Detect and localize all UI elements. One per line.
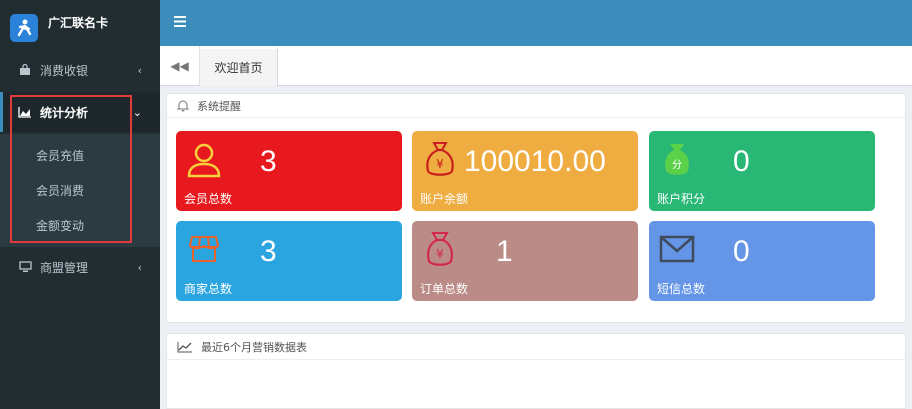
- svg-text:¥: ¥: [436, 157, 444, 171]
- chart-area-icon: [18, 105, 32, 119]
- stat-label: 账户积分: [657, 192, 706, 206]
- stat-card-merchants[interactable]: 3 商家总数: [176, 221, 402, 301]
- tab-scroll-left-button[interactable]: ◀◀: [160, 46, 200, 86]
- system-reminder-panel: 系统提醒 3 会员总数 ¥ 100010.00 账户余额 分 0 账户积分 3 …: [166, 93, 906, 323]
- submenu-item-consumption[interactable]: 会员消费: [0, 173, 160, 208]
- shop-icon: [184, 229, 224, 269]
- sidebar: 广汇联名卡 消费收银 ‹ 统计分析 ⌄ 会员充值 会员消费 金额变动 商盟管理 …: [0, 0, 160, 409]
- sidebar-item-label: 消费收银: [40, 63, 89, 78]
- user-icon: [184, 139, 224, 179]
- tab-home[interactable]: 欢迎首页: [200, 46, 278, 86]
- submenu-item-balance-change[interactable]: 金额变动: [0, 208, 160, 243]
- stat-label: 短信总数: [657, 282, 706, 296]
- stat-value: 3: [260, 235, 277, 268]
- svg-text:分: 分: [672, 159, 682, 171]
- svg-text:¥: ¥: [436, 247, 444, 261]
- stat-value: 100010.00: [464, 145, 606, 178]
- sidebar-item-label: 统计分析: [40, 105, 89, 120]
- points-bag-icon: 分: [657, 139, 697, 179]
- stat-value: 1: [496, 235, 513, 268]
- top-navbar: [160, 0, 912, 46]
- stat-label: 会员总数: [184, 192, 233, 206]
- statistics-submenu: 会员充值 会员消费 金额变动: [0, 134, 160, 247]
- brand: 广汇联名卡: [0, 0, 160, 46]
- panel-title: 系统提醒: [197, 99, 241, 113]
- hamburger-icon[interactable]: [174, 15, 186, 31]
- chevron-left-icon: ‹: [137, 260, 142, 274]
- stat-value: 3: [260, 145, 277, 178]
- stat-card-balance[interactable]: ¥ 100010.00 账户余额: [412, 131, 638, 211]
- monitor-icon: [18, 260, 32, 274]
- bag-icon: [18, 63, 32, 77]
- sales-data-panel: 最近6个月营销数据表: [166, 333, 906, 409]
- order-bag-icon: ¥: [420, 229, 460, 269]
- panel-header: 最近6个月营销数据表: [167, 334, 905, 360]
- money-bag-icon: ¥: [420, 139, 460, 179]
- sidebar-item-label: 商盟管理: [40, 260, 89, 275]
- stat-value: 0: [733, 145, 750, 178]
- stat-label: 账户余额: [420, 192, 469, 206]
- stat-label: 订单总数: [420, 282, 469, 296]
- chevron-left-icon: ‹: [137, 63, 142, 77]
- stat-label: 商家总数: [184, 282, 233, 296]
- mail-icon: [657, 229, 697, 269]
- panel-title: 最近6个月营销数据表: [201, 340, 307, 354]
- sidebar-item-alliance[interactable]: 商盟管理 ‹: [0, 247, 160, 287]
- panel-header: 系统提醒: [167, 94, 905, 118]
- submenu-item-recharge[interactable]: 会员充值: [0, 138, 160, 173]
- stat-card-orders[interactable]: ¥ 1 订单总数: [412, 221, 638, 301]
- stat-card-members[interactable]: 3 会员总数: [176, 131, 402, 211]
- brand-logo-icon: [10, 14, 38, 42]
- chevron-down-icon: ⌄: [132, 105, 142, 119]
- double-chevron-left-icon: ◀◀: [170, 59, 189, 73]
- sidebar-item-statistics[interactable]: 统计分析 ⌄: [0, 92, 160, 132]
- stat-card-sms[interactable]: 0 短信总数: [649, 221, 875, 301]
- brand-title: 广汇联名卡: [48, 16, 109, 30]
- sidebar-item-cashier[interactable]: 消费收银 ‹: [0, 50, 160, 90]
- stat-card-points[interactable]: 分 0 账户积分: [649, 131, 875, 211]
- tab-bar: ◀◀ 欢迎首页: [160, 46, 912, 86]
- line-chart-icon: [177, 341, 193, 353]
- stat-value: 0: [733, 235, 750, 268]
- bell-icon: [177, 99, 189, 112]
